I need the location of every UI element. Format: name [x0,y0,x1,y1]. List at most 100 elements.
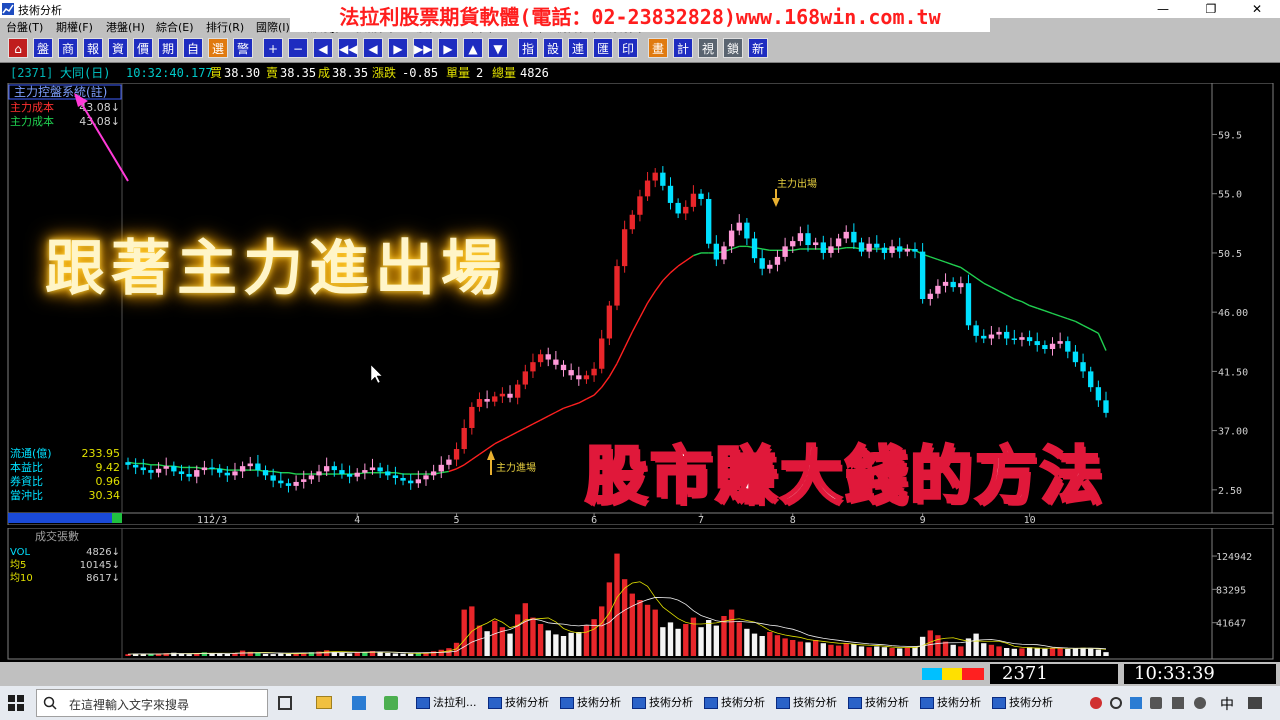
toolbar-button[interactable]: 畫 [648,38,668,58]
volume-bar [224,654,231,656]
toolbar-button[interactable]: 期 [158,38,178,58]
candle-body [461,427,467,450]
taskbar-app[interactable]: 技術分析 [704,690,765,716]
windows-start-icon[interactable] [8,695,24,711]
taskbar-app[interactable]: 技術分析 [920,690,981,716]
volume-bar [278,653,284,656]
toolbar-button[interactable]: 報 [83,38,103,58]
scroll-track[interactable] [8,513,112,523]
toolbar-button[interactable]: 連 [568,38,588,58]
volume-bar [400,653,406,656]
volume-bar [560,636,567,656]
stat-value: 30.34 [89,489,121,502]
menu-item[interactable]: 國際(I) [256,19,290,35]
mail-icon[interactable] [352,696,366,710]
input-language-indicator[interactable]: 中 [1220,694,1234,714]
vol-tick-label: 41647 [1216,619,1246,630]
toolbar-button[interactable]: 警 [233,38,253,58]
toolbar-button[interactable]: 資 [108,38,128,58]
unit-volume: 2 [476,66,484,80]
toolbar-button[interactable]: 商 [58,38,78,58]
candle-body [782,246,788,257]
nav-right-fast-button[interactable]: ▶▶ [413,38,433,58]
taskbar-app[interactable]: 技術分析 [632,690,693,716]
wifi-icon[interactable] [1150,697,1162,709]
paint-icon[interactable] [384,696,398,710]
nav-left-button[interactable]: ◀ [313,38,333,58]
volume-icon[interactable] [1194,697,1206,709]
volume-bar [377,652,383,656]
volume-bar [1019,648,1025,656]
nav-right-button[interactable]: ▶ [438,38,458,58]
toolbar-button[interactable]: 匯 [593,38,613,58]
nav-left-fast-button[interactable]: ◀◀ [338,38,358,58]
task-view-icon[interactable] [278,696,292,710]
vol-tick-label: 83295 [1216,585,1246,596]
print-button[interactable]: 印 [618,38,638,58]
taskbar-app[interactable]: 技術分析 [560,690,621,716]
status-indicator [942,668,962,680]
candle-body [469,406,475,428]
scroll-thumb[interactable] [112,513,122,523]
taskbar-app[interactable]: 技術分析 [992,690,1056,716]
taskbar-app[interactable]: 技術分析 [776,690,837,716]
candle-body [759,258,765,269]
nav-next-button[interactable]: ▶ [388,38,408,58]
tray-app-icon[interactable] [1130,697,1142,709]
home-button[interactable]: ⌂ [8,38,28,58]
tray-app-icon[interactable] [1090,697,1102,709]
taskbar-app[interactable]: 法拉利... [416,690,477,716]
minimize-button[interactable]: — [1140,0,1186,18]
menu-item[interactable]: 台盤(T) [6,19,43,35]
candle-body [706,198,712,244]
candle-body [553,359,559,365]
volume-chart[interactable]: 成交張數 VOL 4826↓ 均5 10145↓ 均10 8617↓ 12494… [0,528,1280,660]
taskbar-app[interactable]: 技術分析 [488,690,549,716]
toolbar-button[interactable]: 設 [543,38,563,58]
tray-app-icon[interactable] [1110,697,1122,709]
candle-body [492,396,498,402]
toolbar-button[interactable]: 自 [183,38,203,58]
taskbar: 在這裡輸入文字來搜尋 法拉利... 技術分析 技術分析 技術分析 技術分析 技術… [0,686,1280,720]
network-icon[interactable] [1172,697,1184,709]
volume-bar [973,633,979,656]
candle-body [239,466,246,472]
status-indicator [962,668,984,680]
menu-item[interactable]: 排行(R) [206,19,244,35]
price-change: -0.85 [402,66,439,80]
candle-body [736,222,742,231]
candle-body [560,364,567,371]
restore-button[interactable]: ❐ [1188,0,1234,18]
volume-bar [614,553,620,656]
keyboard-icon[interactable] [1248,697,1262,709]
candle-body [194,470,200,477]
x-tick-label: 10 [1024,515,1036,525]
toolbar-button[interactable]: 指 [518,38,538,58]
toolbar-button[interactable]: 價 [133,38,153,58]
nav-prev-button[interactable]: ◀ [363,38,383,58]
toolbar-button[interactable]: 選 [208,38,228,58]
menu-item[interactable]: 港盤(H) [106,19,145,35]
stat-value: 0.96 [96,475,121,488]
nav-down-button[interactable]: ▼ [488,38,508,58]
menu-item[interactable]: 綜合(E) [156,19,194,35]
volume-bar [392,653,399,656]
volume-bar [285,653,292,656]
volume-bar [178,653,185,656]
taskbar-search-input[interactable]: 在這裡輸入文字來搜尋 [36,689,268,717]
y-tick-label: 41.50 [1218,367,1248,378]
zoom-in-button[interactable]: + [263,38,283,58]
close-button[interactable]: ✕ [1234,0,1280,18]
menu-item[interactable]: 期權(F) [56,19,93,35]
nav-up-button[interactable]: ▲ [463,38,483,58]
toolbar-button[interactable]: 新 [748,38,768,58]
toolbar-button[interactable]: 盤 [33,38,53,58]
indicator-row-value: 43.08↓ [79,101,120,114]
volume-bar [637,600,643,656]
lock-button[interactable]: 鎖 [723,38,743,58]
zoom-out-button[interactable]: − [288,38,308,58]
taskbar-app[interactable]: 技術分析 [848,690,909,716]
file-explorer-icon[interactable] [316,696,332,709]
toolbar-button[interactable]: 視 [698,38,718,58]
toolbar-button[interactable]: 計 [673,38,693,58]
